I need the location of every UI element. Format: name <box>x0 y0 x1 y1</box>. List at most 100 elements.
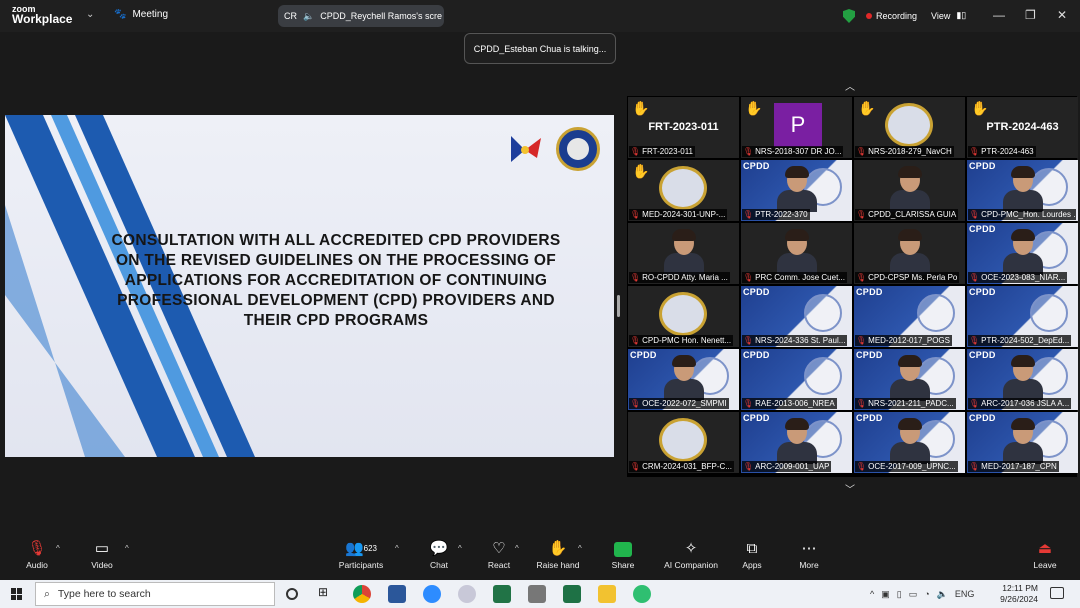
participant-video <box>1003 166 1043 212</box>
participant-video <box>890 418 930 464</box>
participant-tile[interactable]: CPDD 🎙 RAE-2013-006_NREA <box>741 349 852 410</box>
participant-tile[interactable]: 🎙 RO-CPDD Atty. Maria ... <box>628 223 739 284</box>
mic-muted-icon: 🎙 <box>856 147 867 156</box>
split-handle[interactable] <box>617 295 620 317</box>
mic-muted-icon: 🎙 <box>969 462 980 471</box>
share-button[interactable]: Share <box>593 536 653 570</box>
view-menu[interactable]: View ▮▯ <box>931 10 966 21</box>
participant-tile[interactable]: ✋ 🎙 NRS-2018-279_NavCH <box>854 97 965 158</box>
participant-tile[interactable]: 🎙 CPD-PMC Hon. Nenett... <box>628 286 739 347</box>
excel-icon[interactable] <box>563 585 581 603</box>
audio-button[interactable]: 🎙 Audio <box>7 536 67 570</box>
participant-name: CRM-2024-031_BFP-C... <box>642 462 732 471</box>
tray-chevron-icon[interactable]: ^ <box>870 589 874 600</box>
participant-tile[interactable]: CPDD 🎙 PTR-2022-370 <box>741 160 852 221</box>
audio-options-caret-icon[interactable]: ^ <box>56 544 60 553</box>
chevron-down-icon[interactable]: ⌄ <box>86 9 94 20</box>
participant-tile[interactable]: CPDD 🎙 NRS-2021-211_PADC... <box>854 349 965 410</box>
maximize-icon[interactable]: ❐ <box>1025 8 1036 22</box>
participant-name-label: 🎙 MED-2012-017_POGS <box>855 335 952 346</box>
participant-tile[interactable]: CPDD 🎙 NRS-2024-336 St. Paul... <box>741 286 852 347</box>
minimize-icon[interactable]: — <box>993 8 1005 22</box>
participant-tile[interactable]: 🎙 CPDD_CLARISSA GUIA <box>854 160 965 221</box>
chat-button[interactable]: 💬 Chat <box>409 536 469 570</box>
word-icon[interactable] <box>388 585 406 603</box>
react-button[interactable]: ♡ React <box>469 536 529 570</box>
apps-button[interactable]: ⧉ Apps <box>722 536 782 570</box>
participant-name: CPDD_CLARISSA GUIA <box>868 210 957 219</box>
mic-muted-icon: 🎙 <box>743 210 754 219</box>
system-tray: ^ ▣ ▯ ▭ ◔ 🔈 ENG <box>870 589 974 600</box>
participant-tile[interactable]: PTR-2024-463 ✋ 🎙 PTR-2024-463 <box>967 97 1078 158</box>
security-shield-icon[interactable] <box>843 9 855 23</box>
sharer-initials: CR <box>284 11 297 21</box>
zoom-icon[interactable] <box>423 585 441 603</box>
participant-tile[interactable]: ✋ 🎙 MED-2024-301-UNP-... <box>628 160 739 221</box>
raise-hand-options-caret-icon[interactable]: ^ <box>578 544 582 553</box>
participants-button[interactable]: 👥623 Participants <box>331 536 391 570</box>
participant-tile[interactable]: 🎙 CPD-CPSP Ms. Perla Po <box>854 223 965 284</box>
zoom-logo[interactable]: zoom Workplace <box>12 4 72 25</box>
chrome-icon[interactable] <box>353 585 371 603</box>
participant-name: MED-2017-187_CPN <box>981 462 1057 471</box>
ai-companion-button[interactable]: ✧ AI Companion <box>660 536 722 570</box>
raised-hand-icon: ✋ <box>971 100 989 116</box>
leave-icon: ⏏ <box>1037 540 1053 557</box>
volume-icon[interactable]: 🔈 <box>937 589 948 600</box>
usb-icon[interactable]: ▯ <box>897 589 902 600</box>
participant-tile[interactable]: CPDD 🎙 OCE-2022-072_SMPMI <box>628 349 739 410</box>
screen-share-indicator[interactable]: CR 🔈 CPDD_Reychell Ramos's scre ··· <box>278 5 444 27</box>
chat-options-caret-icon[interactable]: ^ <box>458 544 462 553</box>
participant-tile[interactable]: 🎙 PRC Comm. Jose Cuet... <box>741 223 852 284</box>
chevron-up-icon[interactable]: ︿ <box>845 78 855 93</box>
search-placeholder: Type here to search <box>57 588 151 600</box>
file-explorer-icon[interactable] <box>598 585 616 603</box>
cpdd-badge: CPDD <box>969 413 996 423</box>
cpdd-badge: CPDD <box>743 413 770 423</box>
participant-tile[interactable]: CPDD 🎙 OCE-2017-009_UPNC... <box>854 412 965 473</box>
participant-tile[interactable]: CPDD 🎙 MED-2012-017_POGS <box>854 286 965 347</box>
cpdd-badge: CPDD <box>969 350 996 360</box>
view-layout-icon: ▮▯ <box>956 10 967 20</box>
participant-tile[interactable]: P ✋ 🎙 NRS-2018-307 DR JO... <box>741 97 852 158</box>
participant-tile[interactable]: 🎙 CRM-2024-031_BFP-C... <box>628 412 739 473</box>
chevron-down-icon[interactable]: ﹀ <box>845 481 855 496</box>
tray-app-icon[interactable]: ▣ <box>881 589 890 600</box>
notification-icon[interactable] <box>1050 587 1064 599</box>
participant-tile[interactable]: CPDD 🎙 OCE-2023-083_NIAR... <box>967 223 1078 284</box>
battery-icon[interactable]: ▭ <box>909 589 918 600</box>
close-icon[interactable]: ✕ <box>1057 8 1067 22</box>
cortana-icon[interactable] <box>286 588 298 600</box>
video-button[interactable]: ▭ Video <box>72 536 132 570</box>
task-view-icon[interactable]: ⊞ <box>318 585 336 603</box>
participant-tile[interactable]: FRT-2023-011 ✋ 🎙 FRT-2023-011 <box>628 97 739 158</box>
calculator-icon[interactable] <box>528 585 546 603</box>
participant-tile[interactable]: CPDD 🎙 CPD-PMC_Hon. Lourdes ... <box>967 160 1078 221</box>
windows-start-icon[interactable] <box>11 588 23 600</box>
edge-icon[interactable] <box>633 585 651 603</box>
participant-tile[interactable]: CPDD 🎙 ARC-2017-036 JSLA A... <box>967 349 1078 410</box>
network-icon[interactable]: ◔ <box>924 589 929 600</box>
react-options-caret-icon[interactable]: ^ <box>515 544 519 553</box>
leave-button[interactable]: ⏏ Leave <box>1015 536 1075 570</box>
participants-icon: 👥623 <box>344 540 378 557</box>
participant-name: ARC-2009-001_UAP <box>755 462 830 471</box>
clock[interactable]: 12:11 PM 9/26/2024 <box>1000 583 1038 605</box>
taskbar-search[interactable]: ⌕ Type here to search <box>35 582 275 606</box>
more-button[interactable]: ⋯ More <box>779 536 839 570</box>
participants-options-caret-icon[interactable]: ^ <box>395 544 399 553</box>
app-icon[interactable] <box>458 585 476 603</box>
participant-tile[interactable]: CPDD 🎙 PTR-2024-502_DepEd... <box>967 286 1078 347</box>
participant-video <box>664 229 704 275</box>
meeting-menu[interactable]: 🐾 Meeting <box>114 9 168 20</box>
language-indicator[interactable]: ENG <box>955 589 975 600</box>
mic-muted-icon: 🎙 <box>630 273 641 282</box>
publisher-icon[interactable] <box>493 585 511 603</box>
mic-muted-icon: 🎙 <box>969 147 980 156</box>
participant-tile[interactable]: CPDD 🎙 MED-2017-187_CPN <box>967 412 1078 473</box>
video-options-caret-icon[interactable]: ^ <box>125 544 129 553</box>
participant-video <box>1003 229 1043 275</box>
raise-hand-button[interactable]: ✋ Raise hand <box>528 536 588 570</box>
recording-indicator[interactable]: Recording <box>866 11 917 21</box>
participant-tile[interactable]: CPDD 🎙 ARC-2009-001_UAP <box>741 412 852 473</box>
